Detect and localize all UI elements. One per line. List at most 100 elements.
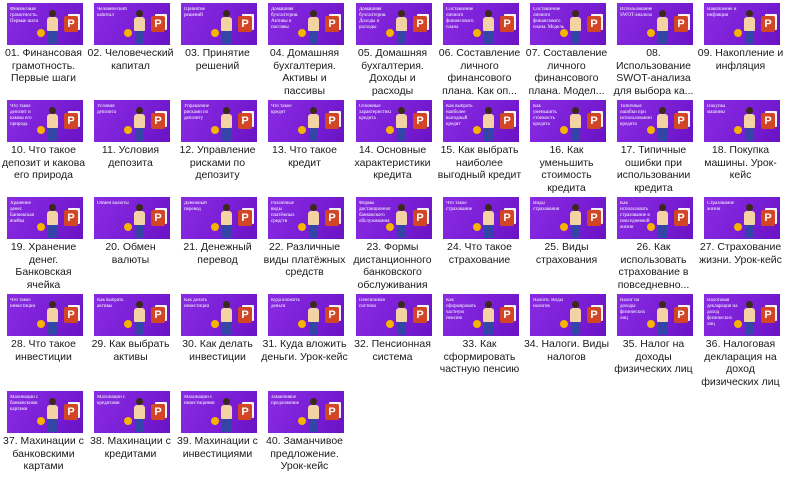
powerpoint-icon: P xyxy=(151,307,165,323)
person-illustration xyxy=(392,204,412,238)
file-name: 16. Как уменьшить стоимость кредита xyxy=(539,144,594,194)
file-item[interactable]: Что такое депозит и какова его природа P 1… xyxy=(0,97,87,193)
file-item[interactable]: Как использовать страхование в повседнев… xyxy=(610,194,697,291)
file-name: 20. Обмен валюты xyxy=(105,241,156,266)
file-item[interactable]: Заманчивое предложение P 40. Заманчивое пр… xyxy=(261,388,348,484)
file-item[interactable]: Финансовая грамотность. Первые шаги P 01. … xyxy=(0,0,87,96)
person-illustration xyxy=(217,204,237,238)
file-item[interactable]: Махинации с кредитами P 38. Махинации с кр… xyxy=(87,388,174,484)
file-thumbnail: Как использовать страхование в повседнев… xyxy=(617,197,693,239)
file-item[interactable]: Что такое кредит P 13. Что такое кредит xyxy=(261,97,348,193)
file-item[interactable]: Как уменьшить стоимость кредита P 16. Как … xyxy=(523,97,610,194)
file-thumbnail: Налоги. Виды налогов P xyxy=(530,294,606,336)
file-item[interactable]: Налоги. Виды налогов P 34. Налоги. Виды на… xyxy=(523,291,610,387)
powerpoint-icon: P xyxy=(64,307,78,323)
powerpoint-icon: P xyxy=(500,210,514,226)
file-thumbnail: Домашняя бухгалтерия. Активы и пассивы P xyxy=(268,3,344,45)
file-item[interactable]: Условия депозита P 11. Условия депозита xyxy=(87,97,174,193)
file-item[interactable]: Что такое страхование P 24. Что такое стра… xyxy=(436,194,523,290)
file-item[interactable]: Куда вложить деньги P 31. Куда вложить ден… xyxy=(261,291,348,387)
thumbnail-title: Человеческий капитал xyxy=(97,7,127,18)
file-item[interactable]: Домашняя бухгалтерия. Доходы и расходы P 0… xyxy=(349,0,436,97)
file-item[interactable]: Принятие решений P 03. Принятие решений xyxy=(174,0,261,96)
file-thumbnail: Что такое страхование P xyxy=(443,197,519,239)
thumbnail-title: Использование SWOT-анализа xyxy=(620,7,652,18)
file-name: 37. Махинации с банковскими картами xyxy=(3,435,84,472)
thumbnail-title: Как сформировать частную пенсию xyxy=(446,298,477,321)
person-illustration xyxy=(653,301,673,335)
file-name: 36. Налоговая декларация на доход физиче… xyxy=(701,338,780,388)
file-item[interactable]: Виды страхования P 25. Виды страхования xyxy=(523,194,610,290)
thumbnail-title: Что такое депозит и какова его природа xyxy=(10,104,32,127)
file-thumbnail: Что такое депозит и какова его природа P xyxy=(7,100,83,142)
file-name: 13. Что такое кредит xyxy=(272,144,337,169)
file-thumbnail: Махинации с кредитами P xyxy=(94,391,170,433)
file-thumbnail: Различные виды платёжных средств P xyxy=(268,197,344,239)
file-item[interactable]: Составление личного финансового плана P 06… xyxy=(436,0,523,97)
thumbnail-title: Что такое кредит xyxy=(271,104,292,115)
file-thumbnail: Финансовая грамотность. Первые шаги P xyxy=(7,3,83,45)
person-illustration xyxy=(479,10,499,44)
thumbnail-title: Основные характеристики кредита xyxy=(359,104,391,121)
file-name: 25. Виды страхования xyxy=(535,241,598,266)
file-item[interactable]: Управление рисками по депозиту P 12. Управ… xyxy=(174,97,261,193)
file-name: 21. Денежный перевод xyxy=(183,241,252,266)
file-item[interactable]: Типичные ошибки при использовании кредит… xyxy=(610,97,697,194)
file-name: 26. Как использовать страхование в повсе… xyxy=(617,241,690,291)
file-item[interactable]: Денежный перевод P 21. Денежный перевод xyxy=(174,194,261,290)
file-item[interactable]: Формы дистанционного банковского обслужи… xyxy=(349,194,436,291)
file-thumbnail: Махинации с инвестициями P xyxy=(181,391,257,433)
person-illustration xyxy=(566,301,586,335)
person-illustration xyxy=(653,10,673,44)
file-item[interactable]: Использование SWOT-анализа P 08. Использов… xyxy=(610,0,697,97)
file-item[interactable]: Как выбрать наиболее выгодный кредит P 15.… xyxy=(436,97,523,193)
person-illustration xyxy=(217,398,237,432)
file-item[interactable]: Как делать инвестиции P 30. Как делать инв… xyxy=(174,291,261,387)
person-illustration xyxy=(740,204,760,238)
file-thumbnail: Как выбрать наиболее выгодный кредит P xyxy=(443,100,519,142)
file-name: 03. Принятие решений xyxy=(185,47,250,72)
person-illustration xyxy=(217,301,237,335)
file-name: 14. Основные характеристики кредита xyxy=(354,144,431,181)
file-item[interactable]: Махинации с банковскими картами P 37. Махи… xyxy=(0,388,87,484)
person-illustration xyxy=(217,10,237,44)
powerpoint-icon: P xyxy=(587,307,601,323)
thumbnail-title: Денежный перевод xyxy=(184,201,207,212)
file-item[interactable]: Составление личного финансового плана. М… xyxy=(523,0,610,97)
file-item[interactable]: Как выбрать активы P 29. Как выбрать актив… xyxy=(87,291,174,387)
file-item[interactable]: Накопление и инфляция P 09. Накопление и и… xyxy=(697,0,784,96)
file-item[interactable]: Основные характеристики кредита P 14. Осно… xyxy=(349,97,436,193)
person-illustration xyxy=(43,301,63,335)
file-thumbnail: Страхование жизни P xyxy=(704,197,780,239)
person-illustration xyxy=(130,301,150,335)
person-illustration xyxy=(479,301,499,335)
file-name: 11. Условия депозита xyxy=(101,144,160,169)
thumbnail-title: Как делать инвестиции xyxy=(184,298,210,309)
powerpoint-icon: P xyxy=(64,404,78,420)
thumbnail-title: Налоги. Виды налогов xyxy=(533,298,564,309)
file-thumbnail: Условия депозита P xyxy=(94,100,170,142)
powerpoint-icon: P xyxy=(674,210,688,226)
file-item[interactable]: Страхование жизни P 27. Страхование жизни.… xyxy=(697,194,784,290)
person-illustration xyxy=(43,107,63,141)
person-illustration xyxy=(653,107,673,141)
powerpoint-icon: P xyxy=(413,210,427,226)
file-item[interactable]: Домашняя бухгалтерия. Активы и пассивы P 0… xyxy=(261,0,348,97)
file-name: 17. Типичные ошибки при использовании кр… xyxy=(616,144,691,194)
file-item[interactable]: Покупка машины P 18. Покупка машины. Урок-… xyxy=(697,97,784,193)
file-item[interactable]: Человеческий капитал P 02. Человеческий ка… xyxy=(87,0,174,96)
file-thumbnail: Покупка машины P xyxy=(704,100,780,142)
file-thumbnail: Куда вложить деньги P xyxy=(268,294,344,336)
person-illustration xyxy=(740,10,760,44)
file-item[interactable]: Налог на доходы физических лиц P 35. Налог… xyxy=(610,291,697,387)
file-item[interactable]: Обмен валюты P 20. Обмен валюты xyxy=(87,194,174,290)
file-item[interactable]: Налоговая декларация на доход физических… xyxy=(697,291,784,388)
file-item[interactable]: Различные виды платёжных средств P 22. Раз… xyxy=(261,194,348,290)
powerpoint-icon: P xyxy=(674,113,688,129)
file-item[interactable]: Как сформировать частную пенсию P 33. Как … xyxy=(436,291,523,387)
file-item[interactable]: Что такое инвестиции P 28. Что такое инвес… xyxy=(0,291,87,387)
file-item[interactable]: Махинации с инвестициями P 39. Махинации с… xyxy=(174,388,261,484)
file-item[interactable]: Пенсионная система P 32. Пенсионная систем… xyxy=(349,291,436,387)
file-item[interactable]: Хранение денег. Банковская ячейка P 19. Хр… xyxy=(0,194,87,291)
person-illustration xyxy=(304,301,324,335)
